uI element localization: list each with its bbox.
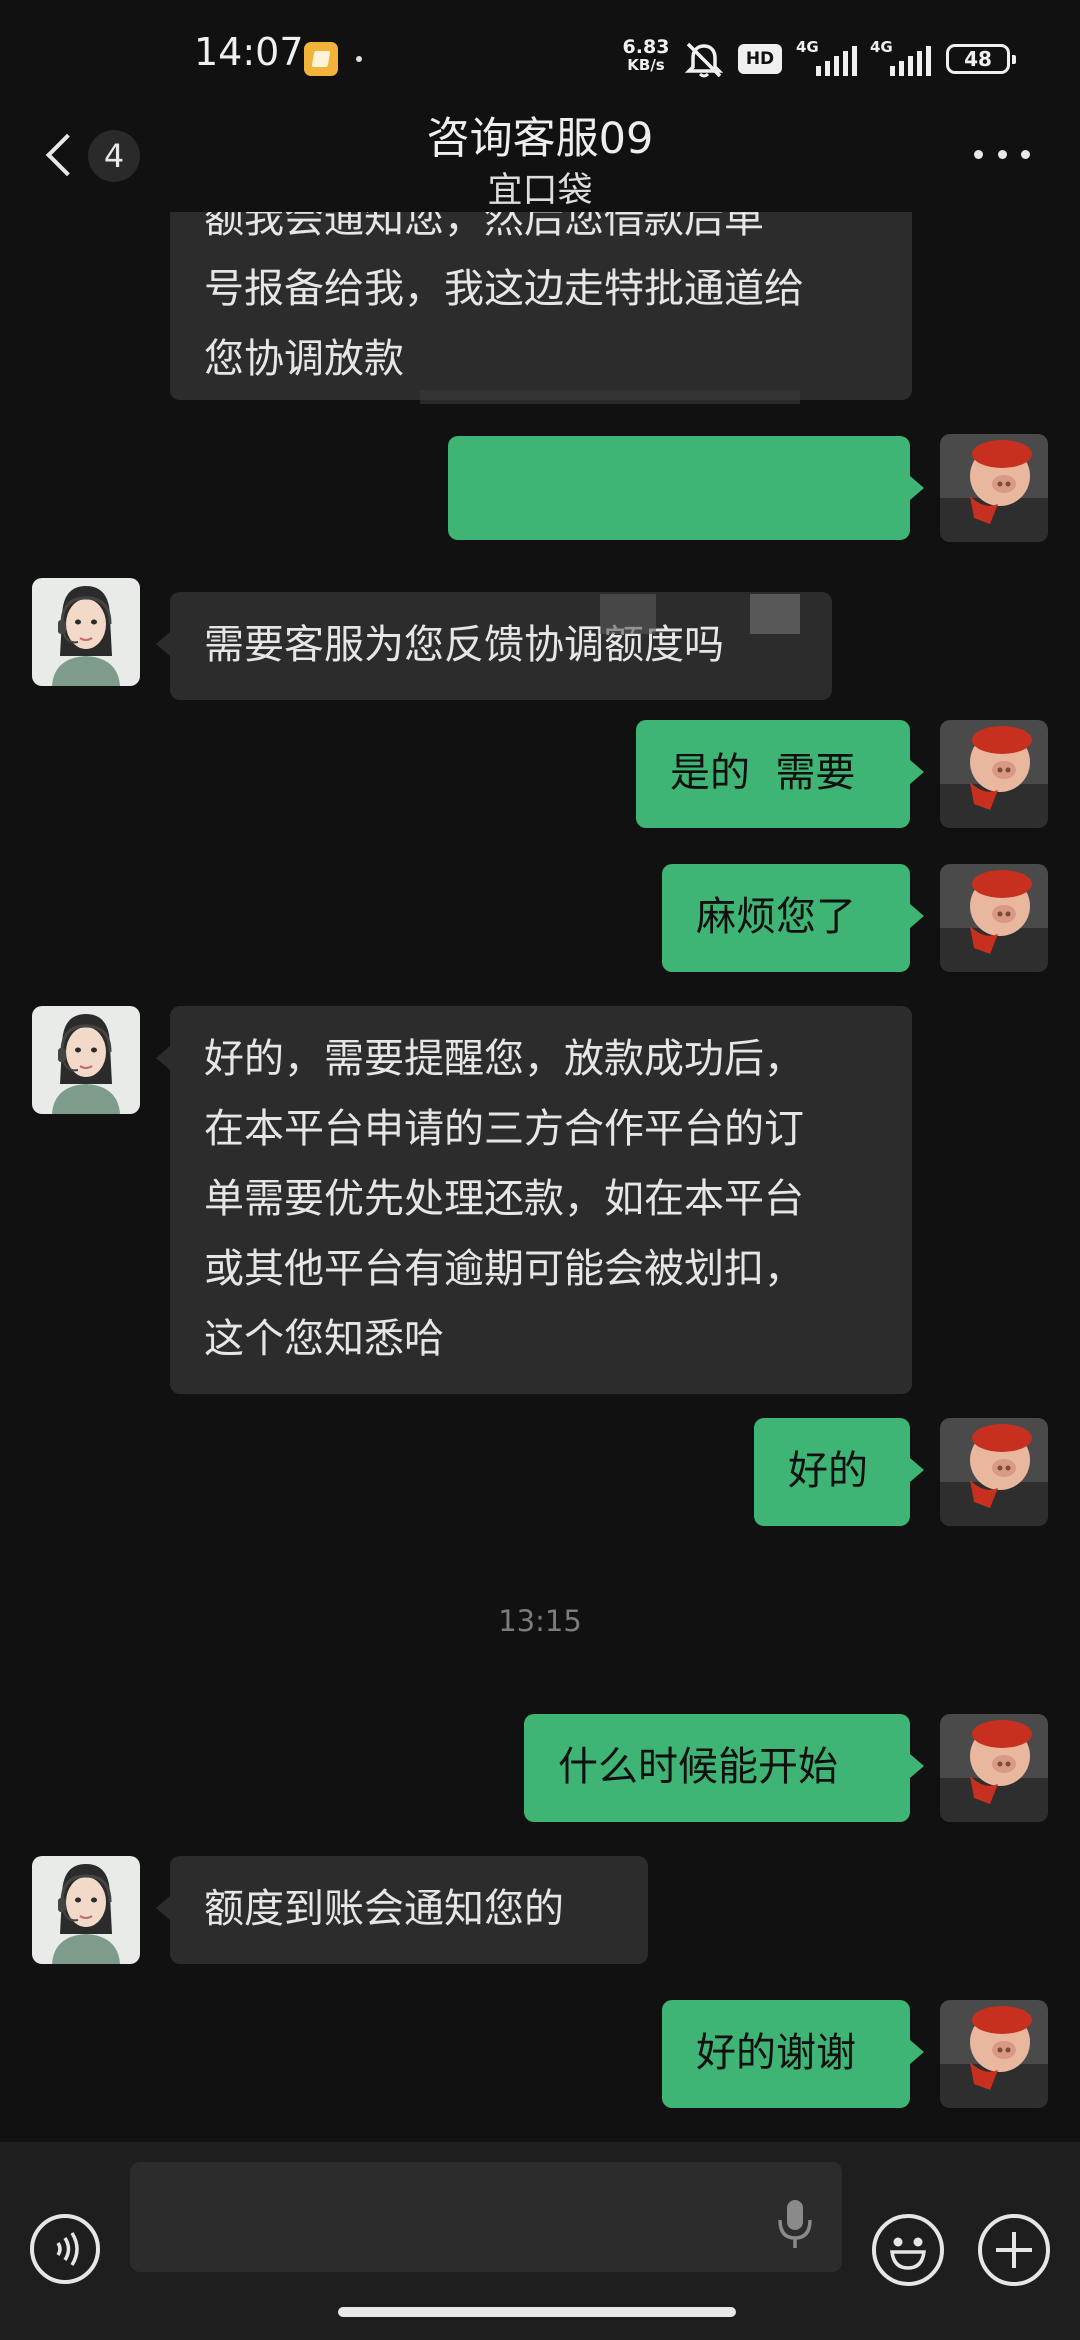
more-options-button[interactable] (974, 150, 1030, 162)
user-avatar[interactable] (940, 2000, 1048, 2108)
chat-screen: 14:07 6.83 KB/s HD 4G 4G 48 4 咨询客服09 宜口袋 (0, 0, 1080, 2340)
message-bubble-outgoing[interactable]: 好的 (754, 1418, 924, 1526)
more-dots-icon (974, 150, 983, 159)
network-speed-unit: KB/s (627, 56, 665, 74)
message-bubble-incoming[interactable]: 好的，需要提醒您，放款成功后， 在本平台申请的三方合作平台的订 单需要优先处理还… (156, 1006, 912, 1394)
hd-voice-badge: HD (738, 44, 782, 74)
message-bubble-incoming[interactable]: 额我会通知您，然后您借款后单 号报备给我，我这边走特批通道给 您协调放款 (170, 212, 912, 400)
blur-overlay (420, 390, 800, 404)
agent-avatar[interactable] (32, 578, 140, 686)
agent-avatar[interactable] (32, 1856, 140, 1964)
message-list[interactable]: 额我会通知您，然后您借款后单 号报备给我，我这边走特批通道给 您协调放款 需要客… (0, 212, 1080, 2142)
chat-header: 4 咨询客服09 宜口袋 (0, 100, 1080, 212)
network-speed-value: 6.83 (622, 36, 670, 58)
emoji-button[interactable] (872, 2214, 944, 2286)
status-time: 14:07 (194, 30, 304, 74)
network-speed: 6.83 KB/s (620, 36, 672, 75)
message-bubble-outgoing[interactable]: 好的谢谢 (662, 2000, 924, 2108)
blur-overlay (750, 594, 800, 634)
user-avatar[interactable] (940, 1418, 1048, 1526)
battery-icon: 48 (946, 44, 1016, 74)
chat-title: 咨询客服09 (426, 114, 654, 164)
redaction-block (452, 440, 902, 536)
message-bubble-incoming[interactable]: 需要客服为您反馈协调额度吗 (156, 592, 832, 700)
voice-toggle-button[interactable] (30, 2214, 100, 2284)
microphone-icon[interactable] (770, 2192, 820, 2252)
message-bubble-outgoing[interactable]: 是的 需要 (636, 720, 924, 828)
notes-app-icon (304, 42, 338, 76)
blur-overlay (600, 594, 656, 634)
signal-icon-sim1: 4G (796, 38, 862, 76)
notification-dot-icon (356, 56, 362, 62)
voice-icon (56, 2232, 79, 2266)
agent-avatar[interactable] (32, 1006, 140, 1114)
plus-icon[interactable] (978, 2214, 1050, 2286)
message-bubble-incoming[interactable]: 额度到账会通知您的 (156, 1856, 648, 1964)
mute-icon (684, 42, 724, 78)
user-avatar[interactable] (940, 720, 1048, 828)
user-avatar[interactable] (940, 434, 1048, 542)
user-avatar[interactable] (940, 1714, 1048, 1822)
signal-icon-sim2: 4G (870, 38, 936, 76)
time-separator: 13:15 (498, 1604, 582, 1638)
user-avatar[interactable] (940, 864, 1048, 972)
message-input[interactable] (130, 2162, 842, 2272)
message-bubble-outgoing[interactable]: 麻烦您了 (662, 864, 924, 972)
message-bubble-outgoing[interactable]: 什么时候能开始 (524, 1714, 924, 1822)
emoji-icon (890, 2237, 926, 2270)
home-indicator[interactable] (338, 2307, 736, 2317)
chat-subtitle: 宜口袋 (487, 171, 593, 211)
